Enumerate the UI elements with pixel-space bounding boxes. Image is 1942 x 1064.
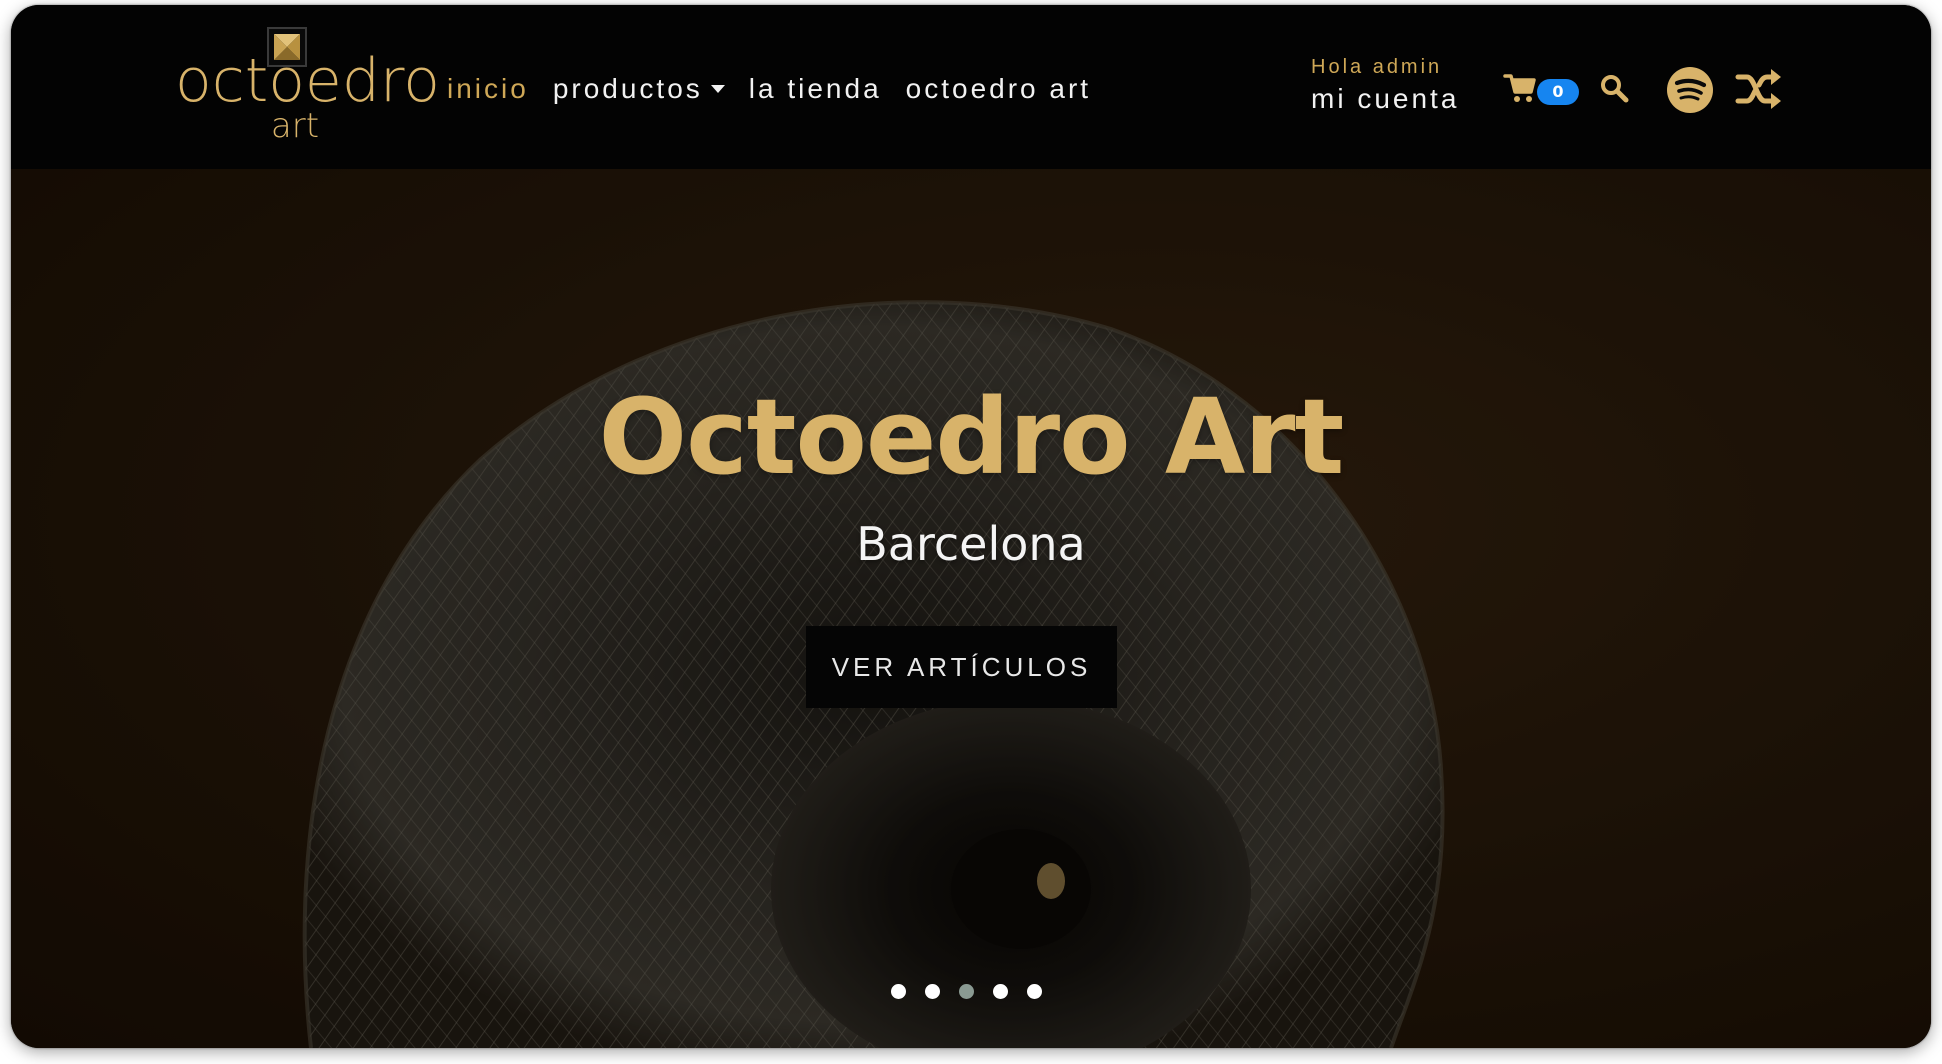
brand-logo[interactable]: octoedro art [175,21,440,146]
my-account-link[interactable]: mi cuenta [1311,85,1481,113]
spotify-button[interactable] [1666,66,1714,119]
shuffle-icon [1735,69,1781,109]
nav-item-label: octoedro art [905,73,1092,104]
brand-wordmark: octoedro [175,46,440,116]
carousel-dot-3[interactable] [959,984,974,999]
brand-subtitle: art [270,106,320,146]
nav-item-productos[interactable]: productos [553,73,725,105]
main-nav: inicio productos la tienda octoedro art [447,69,1115,109]
navbar: octoedro art inicio productos la tienda … [11,5,1931,169]
nav-item-la-tienda[interactable]: la tienda [749,73,882,105]
hero-subtitle: Barcelona [856,517,1086,571]
browser-viewport: octoedro art inicio productos la tienda … [11,5,1931,1048]
carousel-dot-1[interactable] [891,984,906,999]
cart-count-badge: 0 [1537,79,1579,105]
hero-title: Octoedro Art [598,376,1345,498]
carousel-dot-4[interactable] [993,984,1008,999]
nav-item-octoedro-art[interactable]: octoedro art [906,73,1091,105]
cart-button[interactable]: 0 [1503,71,1583,107]
view-articles-button[interactable]: VER ARTÍCULOS [806,626,1117,708]
carousel-dot-2[interactable] [925,984,940,999]
account-greeting: Hola admin [1311,56,1443,78]
account-menu[interactable]: Hola admin mi cuenta [1311,57,1481,113]
search-icon [1601,75,1629,103]
shopping-cart-icon [1503,74,1536,102]
spotify-icon [1667,67,1713,113]
spiral-sculpture-image [11,169,1931,1048]
nav-item-label: productos [552,73,703,104]
hero-carousel: Octoedro Art Barcelona VER ARTÍCULOS [11,169,1931,1048]
search-button[interactable] [1599,73,1629,108]
nav-item-label: la tienda [748,73,882,104]
nav-item-inicio[interactable]: inicio [447,73,529,105]
nav-item-label: inicio [447,73,529,104]
carousel-indicators [891,984,1051,1000]
caret-down-icon [710,85,725,93]
shuffle-button[interactable] [1735,67,1783,116]
carousel-dot-5[interactable] [1027,984,1042,999]
